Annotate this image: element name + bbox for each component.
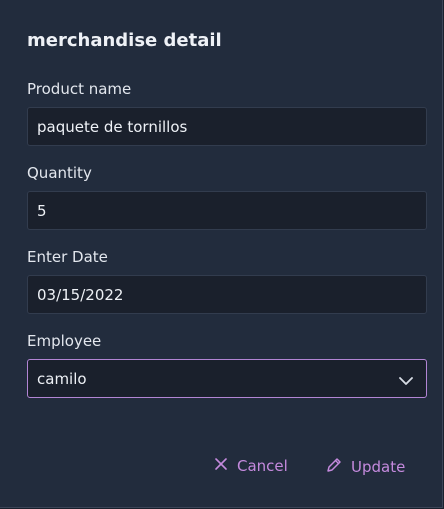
- enter-date-label: Enter Date: [27, 248, 108, 266]
- product-name-field[interactable]: paquete de tornillos: [27, 107, 427, 146]
- update-button[interactable]: Update: [325, 456, 405, 478]
- quantity-value: 5: [37, 202, 47, 220]
- dialog-title: merchandise detail: [27, 30, 222, 51]
- quantity-field[interactable]: 5: [27, 191, 427, 230]
- merchandise-detail-dialog: merchandise detail Product name paquete …: [0, 0, 443, 508]
- enter-date-field[interactable]: 03/15/2022: [27, 275, 427, 314]
- pencil-icon: [325, 456, 351, 478]
- close-icon: [213, 456, 237, 476]
- product-name-label: Product name: [27, 80, 132, 98]
- employee-value: camilo: [37, 370, 87, 388]
- update-button-label: Update: [351, 458, 406, 476]
- enter-date-value: 03/15/2022: [37, 286, 124, 304]
- quantity-label: Quantity: [27, 164, 92, 182]
- employee-select[interactable]: camilo: [27, 359, 427, 398]
- product-name-value: paquete de tornillos: [37, 118, 188, 136]
- cancel-button-label: Cancel: [237, 457, 288, 475]
- employee-label: Employee: [27, 332, 102, 350]
- dialog-actions: Cancel Update: [0, 456, 444, 480]
- chevron-down-icon[interactable]: [398, 372, 414, 385]
- cancel-button[interactable]: Cancel: [213, 456, 288, 476]
